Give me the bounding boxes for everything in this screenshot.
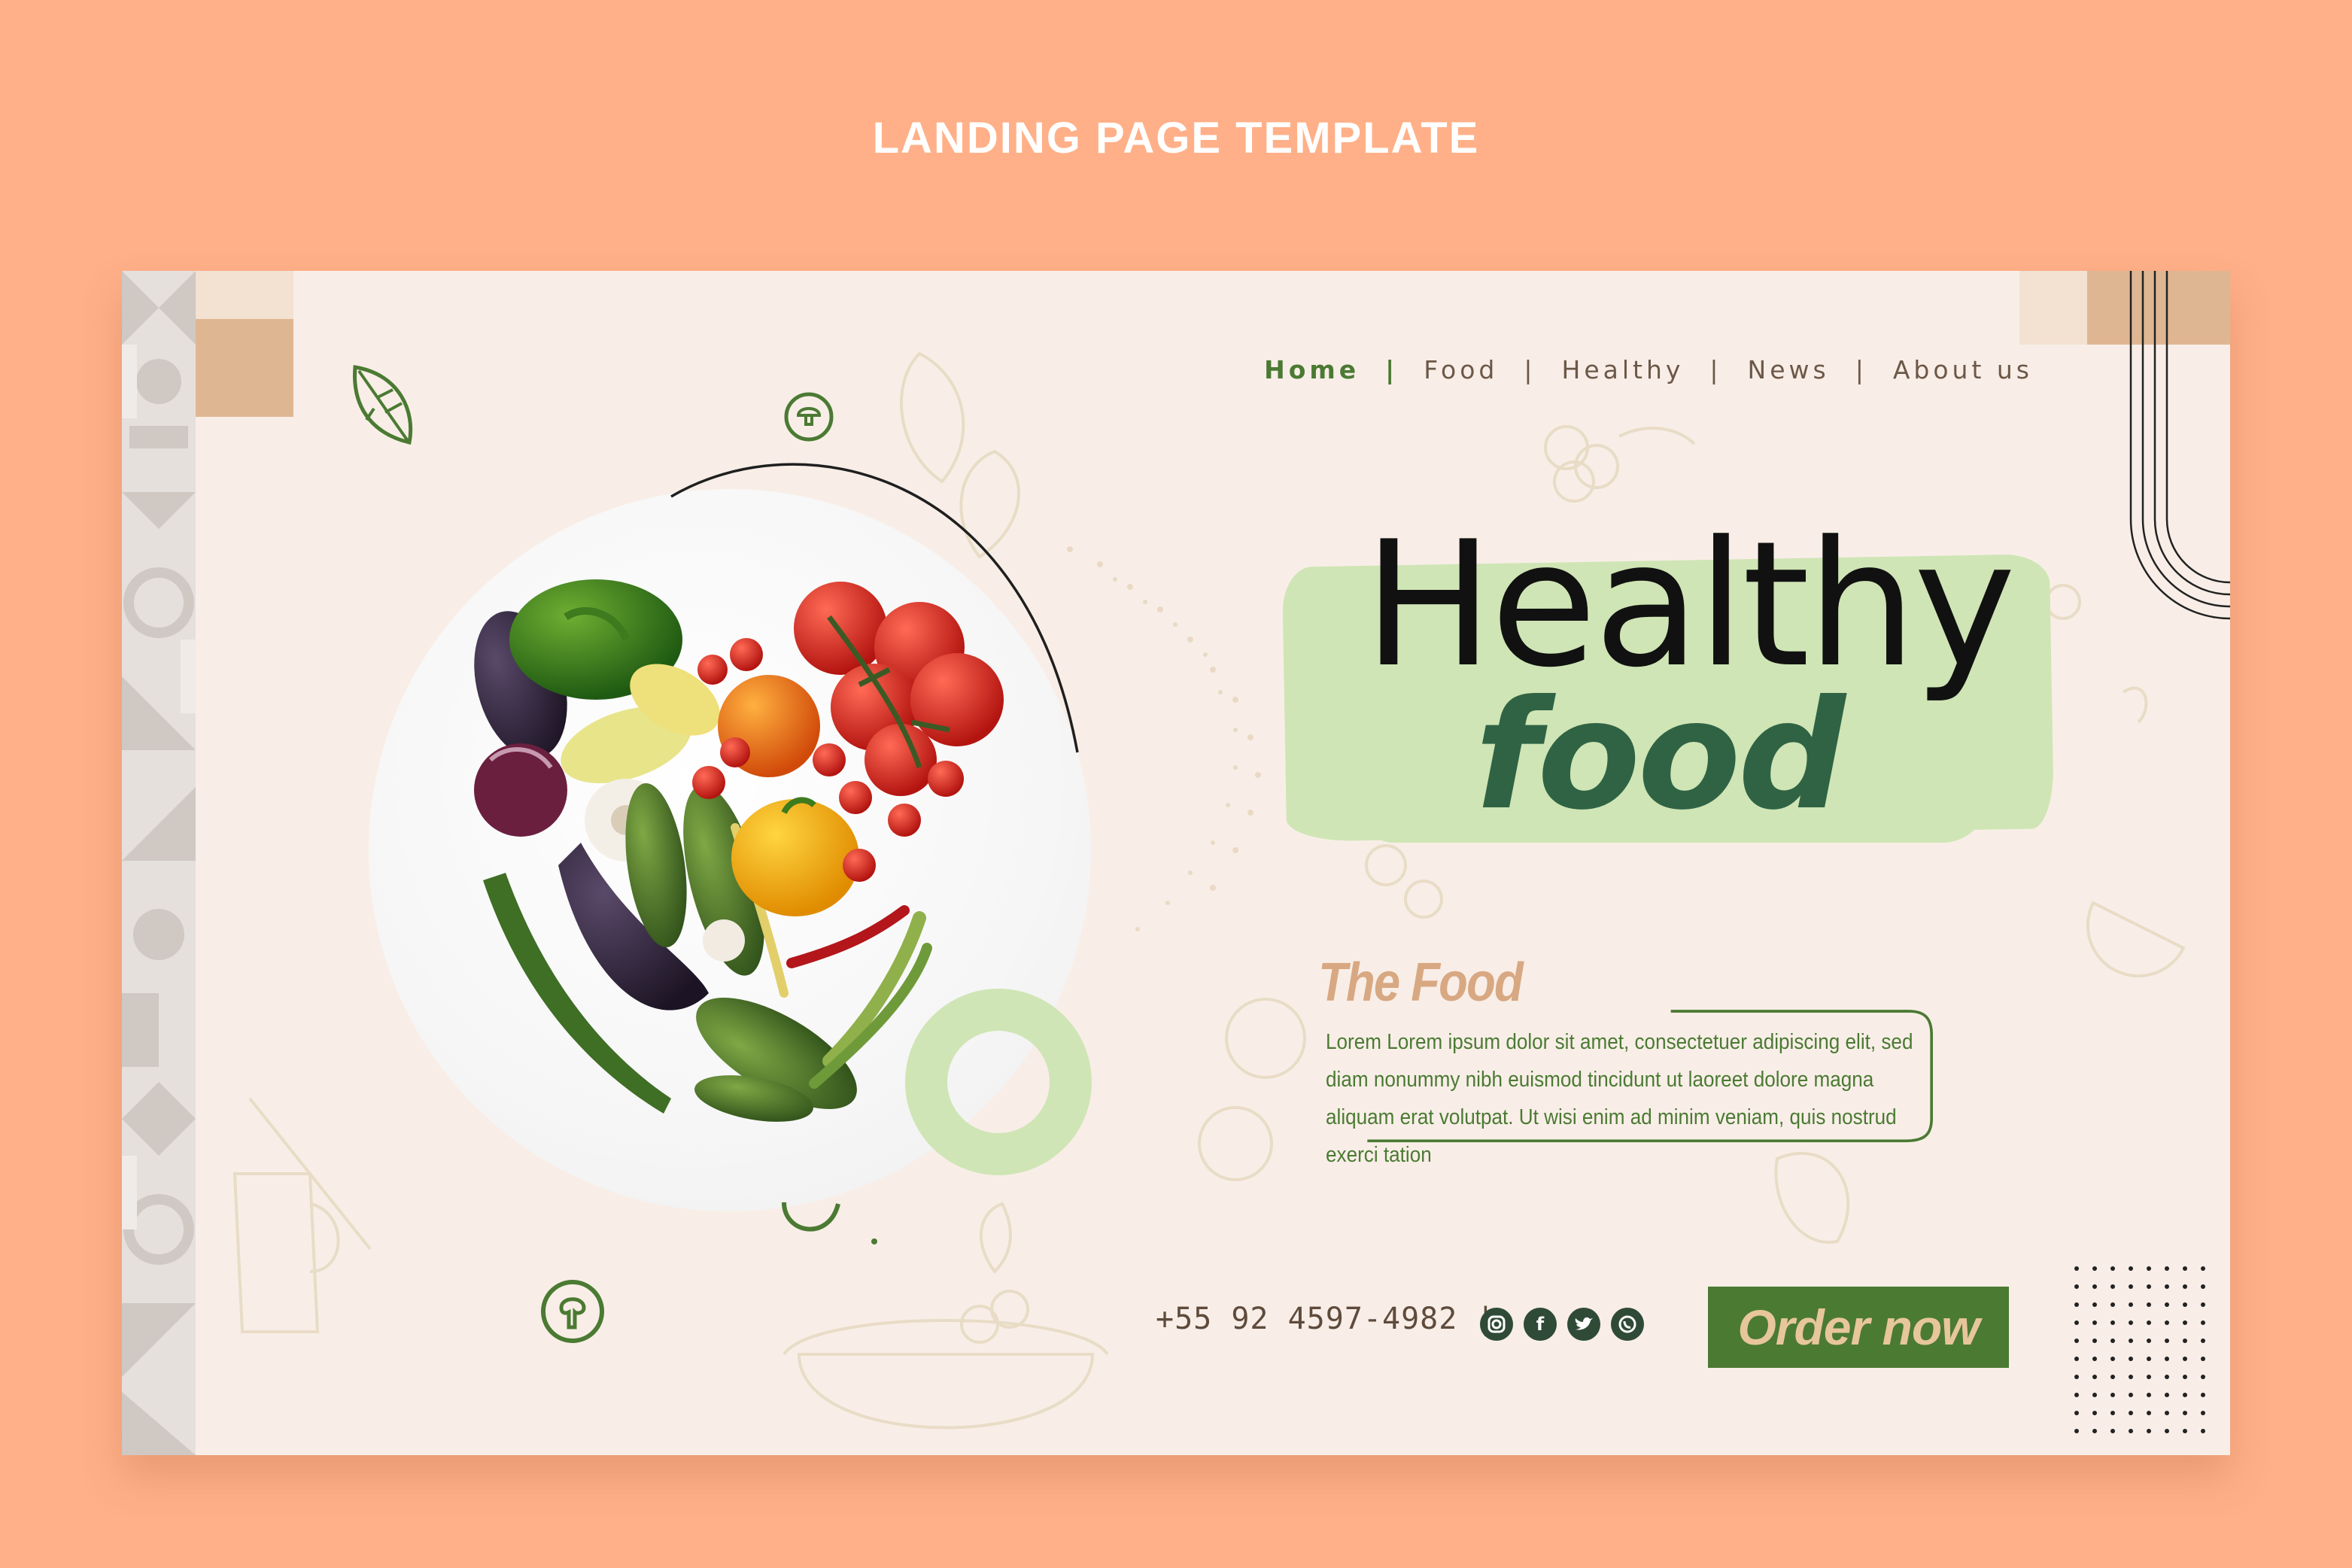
hero-title: Healthy [1363,505,2016,706]
dot-grid-decoration [2074,1266,2205,1433]
nav-item-food[interactable]: Food [1424,355,1498,384]
facebook-icon[interactable]: f [1524,1308,1557,1341]
nav-separator: | [1385,355,1399,384]
main-nav: Home | Food | Healthy | News | About us [1264,355,2033,384]
nav-item-news[interactable]: News [1748,355,1830,384]
hero-subtitle: food [1475,668,1846,843]
green-ring-decoration [905,989,1092,1175]
order-now-button[interactable]: Order now [1708,1287,2009,1368]
nav-separator: | [1855,355,1867,384]
landing-card: Home | Food | Healthy | News | About us … [122,271,2230,1455]
nav-separator: | [1524,355,1536,384]
twitter-icon[interactable] [1567,1308,1600,1341]
nav-item-about-us[interactable]: About us [1893,355,2033,384]
section-description: Lorem Lorem ipsum dolor sit amet, consec… [1326,1030,1913,1167]
page-heading: LANDING PAGE TEMPLATE [872,114,1480,163]
whatsapp-icon[interactable] [1611,1308,1644,1341]
nav-item-healthy[interactable]: Healthy [1562,355,1685,384]
instagram-icon[interactable] [1480,1308,1513,1341]
nav-item-home[interactable]: Home [1264,355,1360,384]
nav-separator: | [1709,355,1722,384]
phone-number: +55 92 4597-4982 | [1156,1302,1496,1336]
